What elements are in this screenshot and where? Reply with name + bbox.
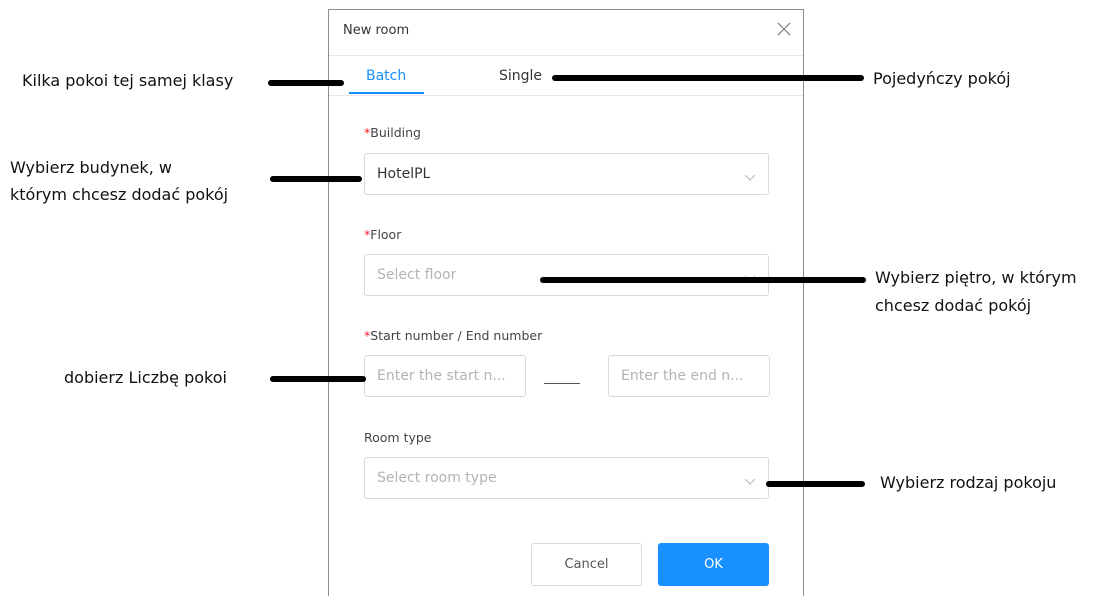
screenshot-stage: New room Batch Single *Building HotelPL <box>0 0 1115 596</box>
ok-button[interactable]: OK <box>658 543 769 586</box>
chevron-down-icon <box>744 472 756 485</box>
cancel-button[interactable]: Cancel <box>531 543 642 586</box>
floor-select-placeholder: Select floor <box>377 267 457 283</box>
building-select-value: HotelPL <box>377 166 431 182</box>
start-number-placeholder: Enter the start n... <box>377 368 506 384</box>
range-label: *Start number / End number <box>364 328 542 343</box>
annotation-range: dobierz Liczbę pokoi <box>64 368 227 387</box>
annotation-building-pointer <box>270 176 362 182</box>
floor-label: *Floor <box>364 227 401 242</box>
dialog-header: New room <box>329 10 803 56</box>
annotation-batch: Kilka pokoi tej samej klasy <box>22 71 234 90</box>
building-label: *Building <box>364 125 421 140</box>
annotation-floor-line1: Wybierz piętro, w którym <box>875 268 1077 287</box>
room-type-placeholder: Select room type <box>377 470 497 486</box>
floor-select[interactable]: Select floor <box>364 254 769 296</box>
room-type-label-text: Room type <box>364 430 432 445</box>
room-type-label: Room type <box>364 430 432 445</box>
annotation-batch-pointer <box>268 80 344 86</box>
dialog-title: New room <box>343 23 410 38</box>
floor-label-text: Floor <box>370 227 402 242</box>
new-room-dialog: New room Batch Single *Building HotelPL <box>328 9 804 596</box>
tab-single[interactable]: Single <box>499 68 542 84</box>
annotation-range-pointer <box>270 376 366 382</box>
annotation-single: Pojedyńczy pokój <box>873 69 1011 88</box>
annotation-floor-line2: chcesz dodać pokój <box>875 296 1032 315</box>
end-number-input[interactable]: Enter the end n... <box>608 355 770 397</box>
building-select[interactable]: HotelPL <box>364 153 769 195</box>
annotation-building-line2: którym chcesz dodać pokój <box>10 185 229 204</box>
start-number-input[interactable]: Enter the start n... <box>364 355 526 397</box>
tab-batch[interactable]: Batch <box>366 68 406 84</box>
chevron-down-icon <box>744 168 756 181</box>
annotation-building-line1: Wybierz budynek, w <box>10 158 172 177</box>
building-label-text: Building <box>370 125 421 140</box>
end-number-placeholder: Enter the end n... <box>621 368 744 384</box>
annotation-floor-pointer <box>540 277 866 283</box>
close-icon[interactable] <box>775 20 793 38</box>
range-separator <box>544 383 580 384</box>
range-label-text: Start number / End number <box>370 328 543 343</box>
active-tab-indicator <box>349 92 424 94</box>
annotation-room-type-pointer <box>766 481 865 487</box>
annotation-single-pointer <box>552 75 864 81</box>
annotation-room-type: Wybierz rodzaj pokoju <box>880 473 1057 492</box>
room-type-select[interactable]: Select room type <box>364 457 769 499</box>
